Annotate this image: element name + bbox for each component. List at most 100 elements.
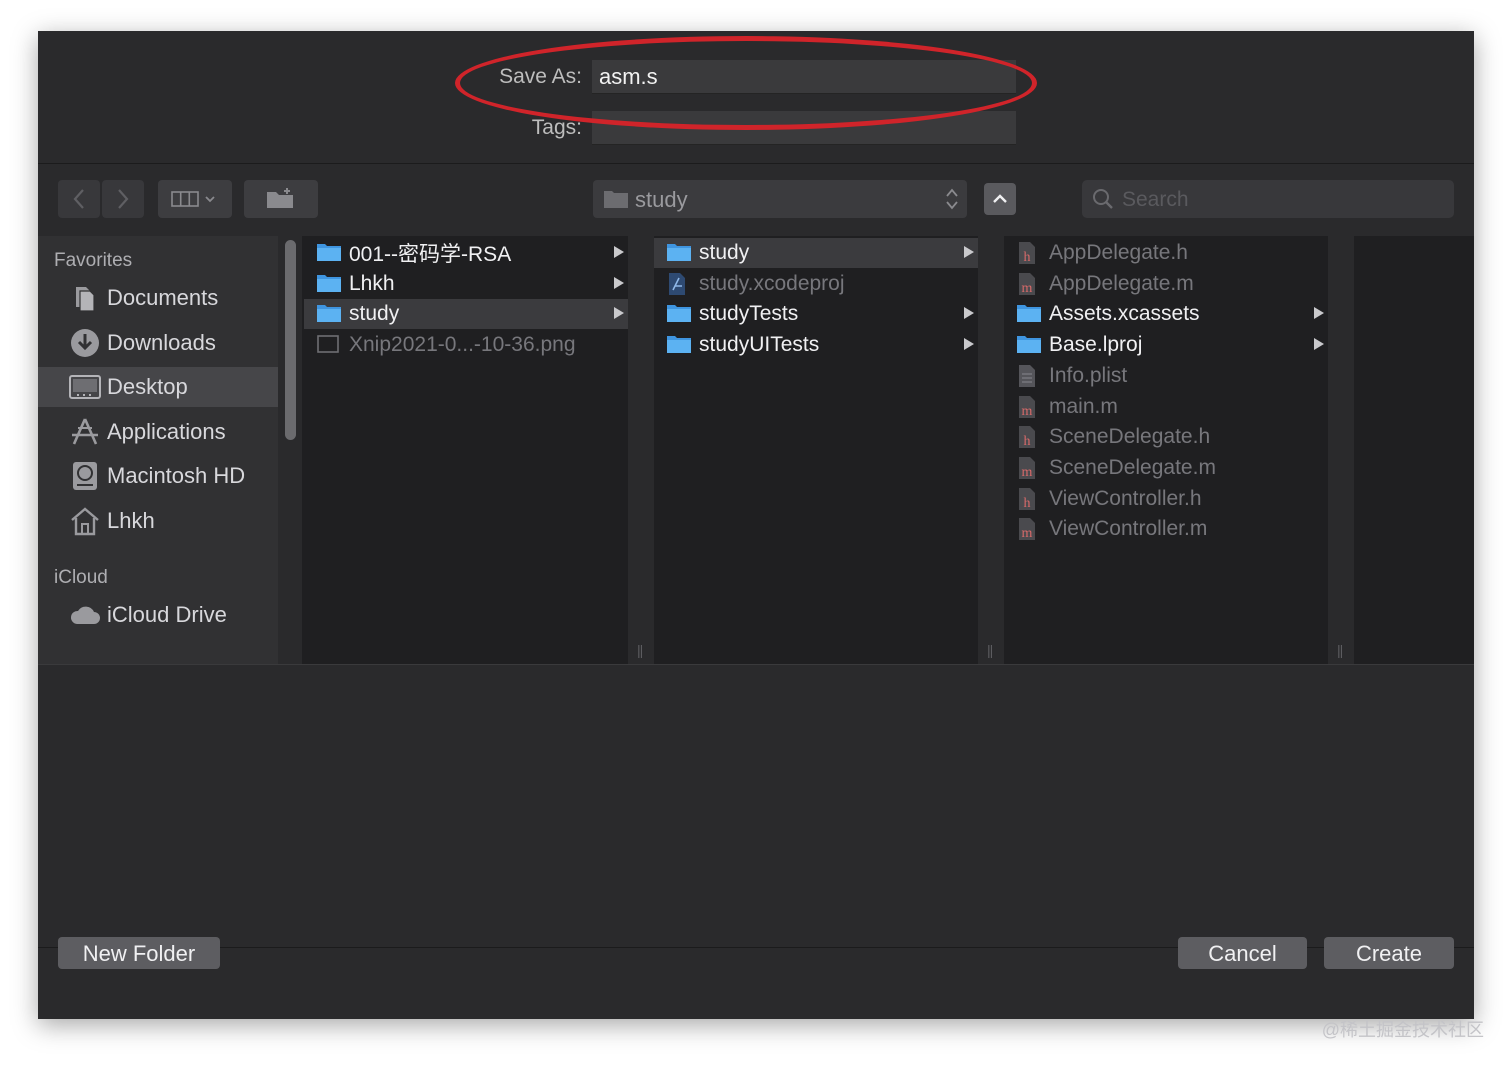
svg-text:m: m (1022, 404, 1033, 419)
search-input[interactable] (1120, 184, 1444, 216)
stepper-arrows-icon (946, 188, 958, 210)
disclosure-arrow-icon (1314, 338, 1324, 351)
folder-row[interactable]: Assets.xcassets (1004, 299, 1328, 329)
svg-text:m: m (1022, 281, 1033, 296)
folder-row[interactable]: 001--密码学-RSA (304, 238, 628, 268)
item-name: Assets.xcassets (1049, 302, 1200, 326)
image-file-icon (316, 333, 342, 357)
file-row[interactable]: h SceneDelegate.h (1004, 422, 1328, 452)
chevron-right-icon (118, 189, 129, 209)
grip-icon: || (637, 642, 643, 658)
sidebar-item-lhkh[interactable]: Lhkh (38, 501, 278, 541)
tags-label: Tags: (531, 116, 582, 139)
file-row[interactable]: Xnip2021-0...-10-36.png (304, 330, 628, 360)
folder-icon (1016, 302, 1042, 326)
folder-icon (604, 191, 628, 208)
sidebar-item-label: Macintosh HD (107, 463, 246, 488)
folder-row[interactable]: study (654, 238, 978, 268)
item-name: main.m (1049, 394, 1118, 418)
item-name: SceneDelegate.h (1049, 425, 1211, 449)
chevron-up-icon (993, 194, 1007, 203)
svg-text:h: h (1024, 434, 1031, 449)
disclosure-arrow-icon (964, 246, 974, 258)
folder-icon (666, 241, 692, 265)
new-folder-button[interactable]: New Folder (58, 937, 220, 969)
sidebar: Favorites Documents Downloads Desktop Applic… (38, 236, 278, 664)
grip-icon: || (1337, 642, 1343, 658)
file-row[interactable]: study.xcodeproj (654, 269, 978, 299)
folder-row[interactable]: Base.lproj (1004, 330, 1328, 360)
disclosure-arrow-icon (614, 246, 624, 258)
folder-action-icon (267, 188, 293, 208)
file-row[interactable]: Info.plist (1004, 361, 1328, 391)
documents-icon (68, 281, 102, 315)
folder-row[interactable]: studyTests (654, 299, 978, 329)
item-name: ViewController.m (1049, 517, 1208, 541)
sidebar-item-downloads[interactable]: Downloads (38, 323, 278, 363)
sidebar-item-desktop[interactable]: Desktop (38, 367, 278, 407)
svg-text:h: h (1024, 496, 1031, 511)
sidebar-item-label: iCloud Drive (107, 602, 227, 627)
path-label: study (635, 187, 688, 212)
file-browser: Favorites Documents Downloads Desktop Applic… (38, 236, 1474, 664)
column-resize-handle-3[interactable]: || (1328, 236, 1354, 664)
sidebar-item-applications[interactable]: Applications (38, 412, 278, 452)
tags-field[interactable] (592, 111, 1016, 145)
desktop-icon (68, 370, 102, 404)
view-mode-button[interactable] (158, 180, 232, 218)
m-file-icon: m (1016, 517, 1042, 541)
sidebar-scrollbar-thumb[interactable] (285, 240, 296, 440)
save-as-field[interactable]: asm.s (592, 60, 1016, 94)
file-row[interactable]: m AppDelegate.m (1004, 269, 1328, 299)
folder-icon (666, 333, 692, 357)
forward-button[interactable] (102, 180, 144, 218)
item-name: ViewController.h (1049, 486, 1202, 510)
hard-drive-icon (68, 459, 102, 493)
disclosure-arrow-icon (1314, 307, 1324, 320)
item-name: AppDelegate.m (1049, 271, 1194, 295)
m-file-icon: m (1016, 395, 1042, 419)
collapse-button[interactable] (984, 183, 1016, 215)
create-button[interactable]: Create (1324, 937, 1454, 969)
folder-row[interactable]: Lhkh (304, 269, 628, 299)
h-file-icon: h (1016, 487, 1042, 511)
path-popup[interactable]: study (593, 180, 967, 218)
sidebar-item-icloud-drive[interactable]: iCloud Drive (38, 595, 278, 635)
xcodeproj-file-icon (666, 272, 692, 296)
disclosure-arrow-icon (614, 276, 624, 289)
cancel-button[interactable]: Cancel (1178, 937, 1307, 969)
folder-row[interactable]: studyUITests (654, 330, 978, 360)
browser-column-2: study study.xcodeproj studyTests studyUITes… (654, 236, 978, 664)
folder-icon (666, 302, 692, 326)
sidebar-item-label: Desktop (107, 374, 188, 399)
column-resize-handle-1[interactable]: || (628, 236, 654, 664)
file-row[interactable]: m main.m (1004, 392, 1328, 422)
downloads-icon (68, 326, 102, 360)
folder-icon (1016, 333, 1042, 357)
file-row[interactable]: h AppDelegate.h (1004, 238, 1328, 268)
file-row[interactable]: h ViewController.h (1004, 484, 1328, 514)
browser-bottom-divider (38, 664, 1474, 665)
home-icon (68, 504, 102, 538)
search-icon (1093, 189, 1113, 209)
column-view-icon (171, 191, 215, 207)
h-file-icon: h (1016, 241, 1042, 265)
disclosure-arrow-icon (614, 307, 624, 320)
item-name: study (699, 241, 750, 264)
browser-column-3: h AppDelegate.h m AppDelegate.m Assets.xcass… (1004, 236, 1328, 664)
file-row[interactable]: m ViewController.m (1004, 514, 1328, 544)
back-button[interactable] (58, 180, 100, 218)
folder-action-button[interactable] (244, 180, 318, 218)
file-row[interactable]: m SceneDelegate.m (1004, 453, 1328, 483)
sidebar-item-documents[interactable]: Documents (38, 278, 278, 318)
column-resize-handle-2[interactable]: || (978, 236, 1004, 664)
save-dialog: Save As: asm.s Tags: study Search Favori… (38, 31, 1474, 1019)
item-name: Base.lproj (1049, 333, 1143, 357)
sidebar-item-macintosh-hd[interactable]: Macintosh HD (38, 456, 278, 496)
watermark: @稀土掘金技术社区 (1321, 1020, 1484, 1040)
folder-row[interactable]: study (304, 299, 628, 330)
search-box[interactable] (1082, 180, 1454, 218)
sidebar-item-label: Downloads (107, 329, 216, 355)
sidebar-section-title: Favorites (54, 250, 133, 271)
item-name: studyUITests (699, 333, 820, 357)
